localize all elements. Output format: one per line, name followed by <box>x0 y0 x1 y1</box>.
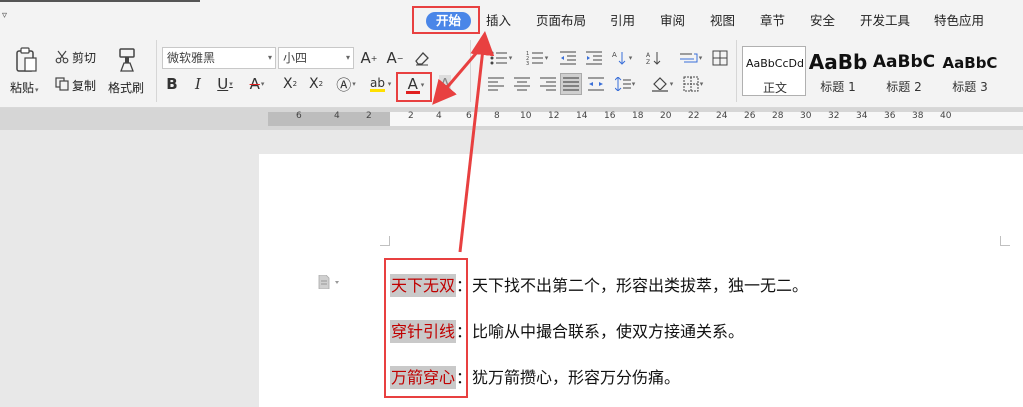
ruler-number: 28 <box>772 111 784 121</box>
ruler-number: 4 <box>334 111 340 121</box>
ruler-number: 2 <box>366 111 372 121</box>
line-spacing-icon[interactable]: ▾ <box>612 74 638 94</box>
tab-developer[interactable]: 开发工具 <box>860 12 910 30</box>
ruler-number: 12 <box>548 111 560 121</box>
tab-security[interactable]: 安全 <box>810 12 835 30</box>
numbered-list-icon[interactable]: 1 2 3 ▾ <box>522 48 552 68</box>
ruler-number: 10 <box>520 111 532 121</box>
chinese-layout-icon[interactable]: A ▾ <box>610 48 634 68</box>
tab-view[interactable]: 视图 <box>710 12 735 30</box>
ruler-number: 32 <box>828 111 840 121</box>
style-heading-3[interactable]: AaBbC 标题 3 <box>938 46 1002 96</box>
ruler-number: 14 <box>576 111 588 121</box>
eraser-icon[interactable] <box>412 48 432 68</box>
group-separator <box>156 40 157 102</box>
tab-chapter[interactable]: 章节 <box>760 12 785 30</box>
annotation-box-home-tab <box>412 6 480 34</box>
underline-icon[interactable]: U ▾ <box>214 74 236 94</box>
ruler-number: 34 <box>856 111 868 121</box>
borders-icon[interactable]: ▾ <box>680 74 706 94</box>
ribbon-home: 粘贴▾ 剪切 复制 格式刷 微软雅黑 ▾ 小四 ▾ A + A − B I U ▾ A ▾ … <box>0 36 1023 108</box>
menu-bar: ▿ 开始 插入 页面布局 引用 审阅 视图 章节 安全 开发工具 特色应用 <box>0 4 1023 36</box>
style-heading-2[interactable]: AaBbC 标题 2 <box>872 46 936 96</box>
subscript-icon[interactable]: X2 <box>306 74 326 94</box>
idiom-description[interactable]: ：犹万箭攒心，形容万分伤痛。 <box>456 368 680 387</box>
text-effect-icon[interactable]: Ⓐ ▾ <box>334 74 358 94</box>
annotation-box-font-color <box>396 72 432 102</box>
svg-text:A: A <box>612 51 617 59</box>
bold-icon[interactable]: B <box>164 74 180 94</box>
ruler-number: 2 <box>408 111 414 121</box>
table-grid-icon[interactable] <box>710 48 730 68</box>
ruler-number: 8 <box>494 111 500 121</box>
character-shading-icon[interactable]: A <box>436 74 454 94</box>
ruler-number: 6 <box>296 111 302 121</box>
annotation-box-terms <box>384 258 468 398</box>
ruler-number: 38 <box>912 111 924 121</box>
tab-special-apps[interactable]: 特色应用 <box>934 12 984 30</box>
align-center-icon[interactable] <box>512 74 532 94</box>
distributed-align-icon[interactable] <box>586 74 606 94</box>
horizontal-ruler[interactable]: 6 4 2 2 4 6 8 10 12 14 16 18 20 22 24 26… <box>0 108 1023 130</box>
tab-insert[interactable]: 插入 <box>486 12 511 30</box>
idiom-description[interactable]: ：比喻从中撮合联系，使双方接通关系。 <box>456 322 744 341</box>
format-painter-icon[interactable] <box>114 46 140 74</box>
copy-button[interactable]: 复制 <box>72 77 96 94</box>
paragraph-handle-icon[interactable] <box>318 274 342 292</box>
svg-text:3: 3 <box>526 61 529 65</box>
clipboard-icon[interactable] <box>12 46 40 74</box>
copy-icon[interactable] <box>54 76 70 92</box>
tab-review[interactable]: 审阅 <box>660 12 685 30</box>
idiom-description[interactable]: ：天下找不出第二个，形容出类拔萃，独一无二。 <box>456 276 808 295</box>
justify-icon[interactable] <box>560 73 582 95</box>
svg-text:ab: ab <box>370 76 385 90</box>
format-painter-button[interactable]: 格式刷 <box>108 79 144 96</box>
strikethrough-icon[interactable]: A ▾ <box>246 74 268 94</box>
ruler-number: 22 <box>688 111 700 121</box>
ruler-number: 26 <box>744 111 756 121</box>
highlight-icon[interactable]: ab ▾ <box>366 74 394 94</box>
decrease-indent-icon[interactable] <box>558 48 578 68</box>
cut-button[interactable]: 剪切 <box>72 49 96 66</box>
style-heading-1[interactable]: AaBb 标题 1 <box>806 46 870 96</box>
ruler-number: 24 <box>716 111 728 121</box>
tab-references[interactable]: 引用 <box>610 12 635 30</box>
margin-corner-mark <box>380 236 390 246</box>
shrink-font-icon[interactable]: A − <box>386 48 404 68</box>
align-right-icon[interactable] <box>538 74 558 94</box>
ruler-number: 6 <box>466 111 472 121</box>
ruler-number: 4 <box>436 111 442 121</box>
increase-indent-icon[interactable] <box>584 48 604 68</box>
ruler-number: 40 <box>940 111 952 121</box>
ruler-number: 36 <box>884 111 896 121</box>
bullet-list-icon[interactable]: ▾ <box>486 48 516 68</box>
ruler-number: 18 <box>632 111 644 121</box>
sort-icon[interactable]: AZ <box>644 48 664 68</box>
svg-text:Z: Z <box>646 59 650 65</box>
ruler-number: 30 <box>800 111 812 121</box>
font-name-combo[interactable]: 微软雅黑 ▾ <box>162 47 276 69</box>
superscript-icon[interactable]: X2 <box>280 74 300 94</box>
paste-label[interactable]: 粘贴▾ <box>10 79 39 96</box>
group-separator <box>736 40 737 102</box>
shading-icon[interactable]: ▾ <box>648 74 676 94</box>
ruler-number: 16 <box>604 111 616 121</box>
grow-font-icon[interactable]: A + <box>360 48 378 68</box>
style-normal[interactable]: AaBbCcDd 正文 <box>742 46 806 96</box>
svg-text:A: A <box>646 52 651 59</box>
title-bar-edge <box>0 0 200 2</box>
chevron-down-icon[interactable]: ▿ <box>2 11 12 21</box>
font-size-combo[interactable]: 小四 ▾ <box>278 47 354 69</box>
tab-page-layout[interactable]: 页面布局 <box>536 12 586 30</box>
scissors-icon[interactable] <box>54 49 70 65</box>
italic-icon[interactable]: I <box>190 74 206 94</box>
show-marks-icon[interactable]: ▾ <box>676 48 706 68</box>
group-separator <box>470 40 471 102</box>
margin-corner-mark <box>1000 236 1010 246</box>
ruler-number: 20 <box>660 111 672 121</box>
align-left-icon[interactable] <box>486 74 506 94</box>
